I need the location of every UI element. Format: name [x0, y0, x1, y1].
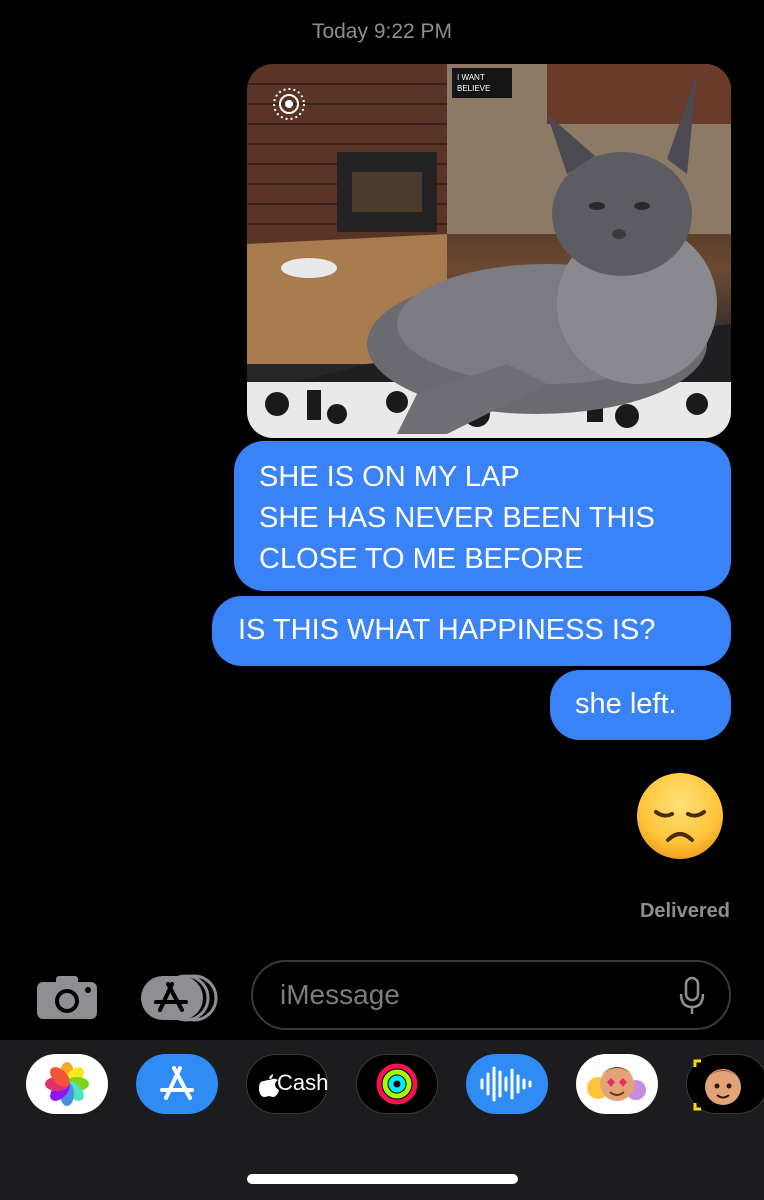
apple-cash-label: Cash	[277, 1070, 329, 1095]
disappointed-face-emoji[interactable]	[634, 772, 726, 860]
message-bubble[interactable]: she left.	[550, 670, 731, 740]
photos-app-button[interactable]	[26, 1054, 108, 1114]
activity-app-button[interactable]	[356, 1054, 438, 1114]
app-store-app-button[interactable]	[136, 1054, 218, 1114]
message-text: IS THIS WHAT HAPPINESS IS?	[238, 614, 656, 646]
app-store-icon[interactable]	[138, 972, 220, 1024]
memoji-stickers-icon	[587, 1067, 646, 1101]
memoji-stickers-app-button[interactable]	[576, 1054, 658, 1114]
message-bubble[interactable]: IS THIS WHAT HAPPINESS IS?	[212, 596, 731, 666]
message-text: she left.	[575, 688, 677, 720]
message-line: SHE HAS NEVER BEEN THIS	[259, 502, 655, 534]
audio-message-app-button[interactable]	[466, 1054, 548, 1114]
imessage-placeholder: iMessage	[280, 979, 400, 1010]
app-store-icon	[160, 1066, 194, 1100]
composer: iMessage	[0, 958, 764, 1034]
home-indicator[interactable]	[247, 1174, 518, 1184]
audio-waveform-icon	[480, 1066, 532, 1102]
apple-cash-app-button[interactable]: Cash	[246, 1054, 328, 1114]
imessage-input[interactable]: iMessage	[251, 960, 731, 1030]
camera-icon[interactable]	[36, 974, 98, 1020]
svg-text:I WANT: I WANT	[457, 73, 485, 82]
svg-text:BELIEVE: BELIEVE	[457, 84, 490, 93]
live-photo-icon	[273, 88, 305, 120]
memoji-app-button[interactable]	[686, 1054, 764, 1114]
microphone-icon[interactable]	[679, 976, 705, 1016]
cat-photo[interactable]: I WANT BELIEVE	[247, 64, 731, 438]
message-bubble[interactable]: SHE IS ON MY LAP SHE HAS NEVER BEEN THIS…	[234, 441, 731, 591]
delivered-status: Delivered	[639, 900, 730, 922]
memoji-icon	[693, 1059, 741, 1111]
timestamp: Today 9:22 PM	[311, 20, 453, 43]
message-line: CLOSE TO ME BEFORE	[259, 543, 584, 575]
photos-icon	[45, 1062, 89, 1106]
activity-rings-icon	[376, 1063, 418, 1105]
message-line: SHE IS ON MY LAP	[259, 461, 520, 493]
cat-photo-illustration: I WANT BELIEVE	[247, 64, 731, 438]
